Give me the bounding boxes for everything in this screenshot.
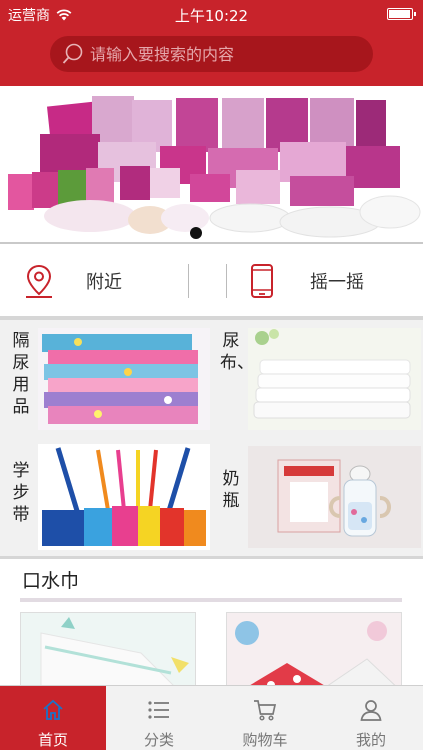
status-bar: 运营商 上午10:22	[0, 0, 423, 28]
banner-divider	[0, 242, 423, 244]
category-label: 隔尿用品	[12, 331, 30, 417]
battery-level	[389, 10, 410, 18]
cloth-diaper-image	[248, 328, 421, 430]
section-title: 口水巾	[22, 570, 80, 592]
bib-image	[227, 613, 401, 691]
category-label: 尿布、…	[220, 331, 271, 373]
tab-bar: 首页 分类 购物车 我的	[0, 685, 423, 750]
shake-button[interactable]: 摇一摇	[250, 246, 410, 316]
action-divider-right	[226, 264, 227, 298]
tab-label: 我的	[355, 731, 386, 749]
banner-page-indicator[interactable]	[190, 227, 202, 239]
list-icon	[148, 701, 169, 719]
location-pin-icon	[26, 264, 52, 298]
action-divider-left	[188, 264, 189, 298]
home-icon	[43, 699, 63, 720]
category-grid: 隔尿用品 尿布、… 学步带 奶瓶	[0, 320, 423, 556]
category-label: 奶瓶	[222, 469, 240, 511]
quick-actions: 附近 摇一摇	[0, 246, 423, 316]
category-label: 学步带	[12, 461, 30, 525]
tab-cart[interactable]: 购物车	[212, 686, 318, 750]
shake-label: 摇一摇	[310, 272, 364, 293]
search-icon	[62, 43, 83, 64]
category-cloth-diapers[interactable]: 尿布、…	[212, 320, 423, 438]
product-card[interactable]	[226, 612, 402, 692]
tab-category[interactable]: 分类	[106, 686, 212, 750]
baby-bottle-image	[248, 446, 421, 548]
battery-icon	[387, 8, 416, 20]
cart-icon	[254, 700, 277, 721]
category-walking-harness[interactable]: 学步带	[0, 438, 212, 556]
section-divider	[20, 598, 402, 602]
status-time: 上午10:22	[174, 7, 249, 25]
category-baby-bottles[interactable]: 奶瓶	[212, 438, 423, 556]
tab-home[interactable]: 首页	[0, 686, 106, 750]
promo-banner[interactable]	[0, 86, 423, 244]
bib-image	[21, 613, 195, 691]
tab-label: 首页	[37, 731, 68, 749]
tab-label: 购物车	[242, 731, 288, 749]
user-icon	[360, 700, 382, 721]
grid-divider	[0, 556, 423, 559]
phone-icon	[251, 264, 273, 298]
walking-harness-image	[38, 444, 210, 550]
banner-image	[0, 86, 423, 244]
product-card[interactable]	[20, 612, 196, 692]
category-changing-pads[interactable]: 隔尿用品	[0, 320, 212, 438]
nearby-label: 附近	[86, 272, 122, 293]
header-bar: 运营商 上午10:22	[0, 0, 423, 86]
nearby-button[interactable]: 附近	[24, 246, 184, 316]
tab-profile[interactable]: 我的	[318, 686, 423, 750]
tab-label: 分类	[143, 731, 174, 749]
search-bar[interactable]	[50, 36, 373, 72]
changing-pad-image	[38, 328, 210, 430]
search-input[interactable]	[90, 44, 350, 64]
